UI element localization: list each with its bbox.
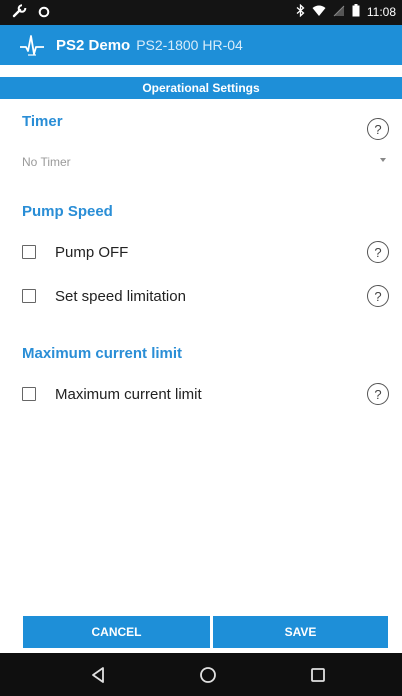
- navigation-bar: [0, 653, 402, 696]
- status-time: 11:08: [366, 5, 396, 19]
- battery-icon: [352, 4, 360, 20]
- speed-limitation-help-icon[interactable]: ?: [367, 285, 389, 307]
- page-title: Operational Settings: [0, 77, 402, 99]
- speed-limitation-checkbox-row[interactable]: Set speed limitation: [22, 284, 362, 308]
- help-symbol: ?: [374, 244, 382, 260]
- app-bar: PS2 Demo PS2-1800 HR-04: [0, 25, 402, 65]
- device-name: PS2-1800 HR-04: [136, 37, 243, 53]
- status-left-icons: [12, 4, 50, 23]
- signal-icon: [333, 5, 345, 20]
- home-icon[interactable]: [194, 661, 222, 689]
- heartbeat-icon: [18, 32, 46, 58]
- pump-off-help-icon[interactable]: ?: [367, 241, 389, 263]
- max-current-checkbox-row[interactable]: Maximum current limit: [22, 382, 362, 406]
- pump-off-checkbox-row[interactable]: Pump OFF: [22, 240, 362, 264]
- status-right-icons: 11:08: [296, 3, 396, 20]
- dropdown-arrow-icon: [380, 158, 386, 162]
- speed-limitation-label: Set speed limitation: [55, 287, 186, 305]
- max-current-help-icon[interactable]: ?: [367, 383, 389, 405]
- cancel-button[interactable]: CANCEL: [23, 616, 210, 648]
- screen: 11:08 PS2 Demo PS2-1800 HR-04 Operationa…: [0, 0, 402, 696]
- back-icon[interactable]: [84, 661, 112, 689]
- timer-help-icon[interactable]: ?: [367, 118, 389, 140]
- max-current-label: Maximum current limit: [55, 385, 202, 403]
- recents-icon[interactable]: [304, 661, 332, 689]
- timer-select-value: No Timer: [22, 155, 71, 169]
- max-current-section-title: Maximum current limit: [22, 345, 183, 362]
- pump-speed-section-title: Pump Speed: [22, 203, 113, 220]
- max-current-checkbox[interactable]: [22, 387, 36, 401]
- help-symbol: ?: [374, 386, 382, 402]
- speed-limitation-checkbox[interactable]: [22, 289, 36, 303]
- app-title: PS2 Demo: [56, 36, 131, 54]
- status-bar: 11:08: [0, 0, 402, 25]
- pump-off-label: Pump OFF: [55, 243, 129, 261]
- bluetooth-icon: [296, 3, 305, 20]
- timer-select[interactable]: No Timer: [22, 152, 388, 174]
- help-symbol: ?: [374, 288, 382, 304]
- pump-off-checkbox[interactable]: [22, 245, 36, 259]
- timer-section-title: Timer: [22, 113, 63, 130]
- help-symbol: ?: [374, 121, 382, 137]
- save-button[interactable]: SAVE: [213, 616, 388, 648]
- wrench-icon: [12, 4, 28, 23]
- circle-icon: [38, 5, 50, 23]
- wifi-icon: [312, 5, 326, 20]
